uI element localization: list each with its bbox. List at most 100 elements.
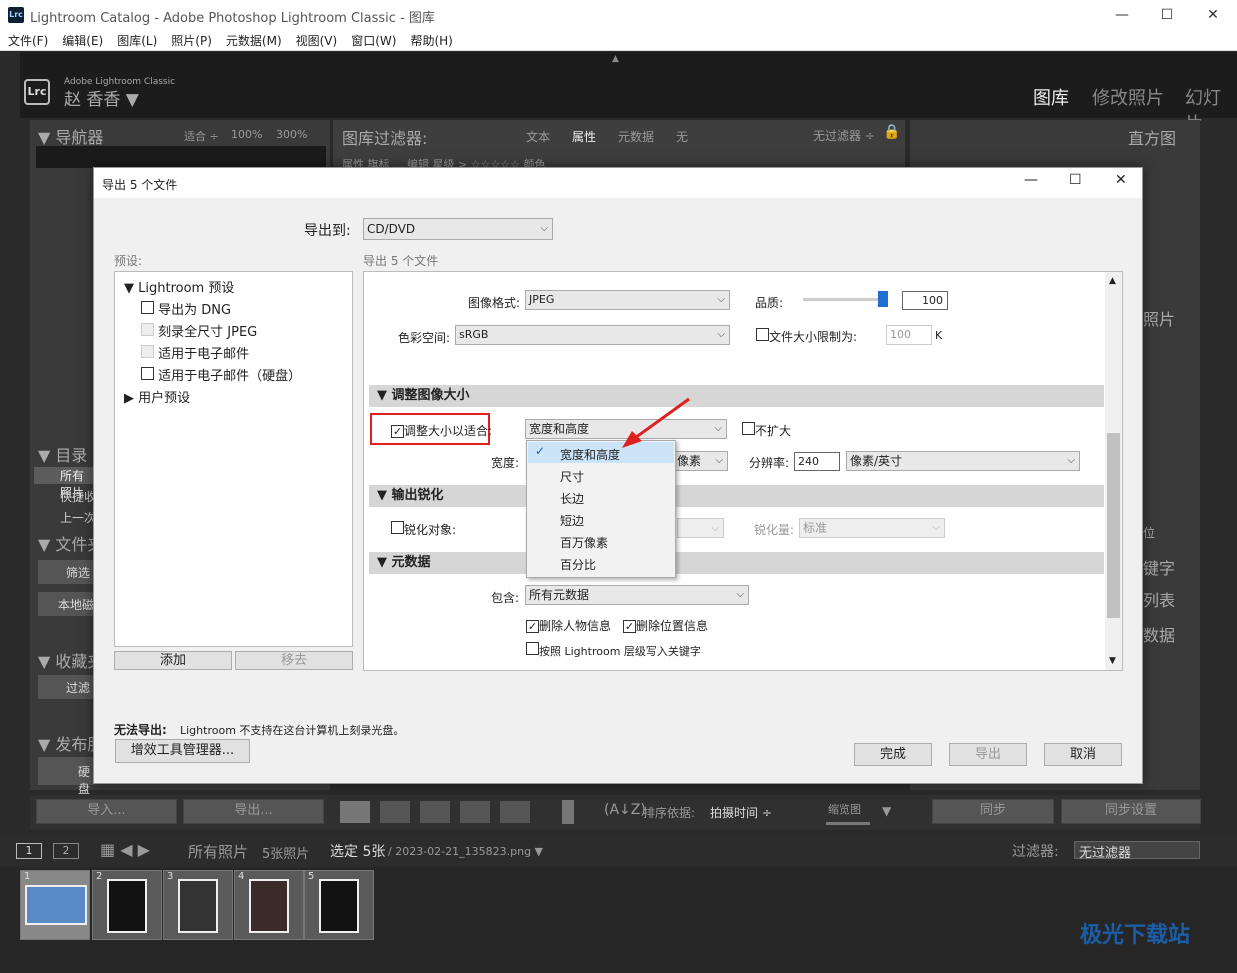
thumbnail[interactable]: 1 (20, 870, 90, 940)
checkbox[interactable] (742, 422, 755, 435)
sync-settings-button[interactable]: 同步设置 (1061, 799, 1201, 824)
collapse-top-icon[interactable]: ▲ (612, 54, 619, 64)
plugin-manager-button[interactable]: 增效工具管理器... (115, 739, 250, 763)
sort-value[interactable]: 拍摄时间 ÷ (710, 804, 772, 821)
folders-filter[interactable]: 筛选 (38, 560, 94, 584)
thumbnail[interactable]: 4 (234, 870, 304, 940)
loupe-view-icon[interactable] (380, 801, 410, 823)
sync-button[interactable]: 同步 (932, 799, 1054, 824)
dialog-close-button[interactable]: ✕ (1115, 172, 1127, 188)
lock-icon[interactable]: 🔒 (883, 124, 900, 140)
navigator-fit[interactable]: 适合 ÷ (184, 128, 219, 144)
secondary-window-button[interactable]: 2 (53, 843, 79, 859)
preset-group-user[interactable]: ▶ 用户预设 (124, 387, 190, 406)
dropdown-option[interactable]: 百分比 (560, 556, 596, 573)
menu-window[interactable]: 窗口(W) (351, 32, 396, 49)
add-preset-button[interactable]: 添加 (114, 651, 232, 670)
checkbox[interactable] (141, 323, 154, 336)
people-view-icon[interactable] (500, 801, 530, 823)
dropdown-option[interactable]: 长边 (560, 490, 584, 507)
local-disk[interactable]: 本地磁 (38, 592, 94, 616)
filmstrip-filename[interactable]: / 2023-02-21_135823.png ▼ (388, 845, 543, 858)
checkbox[interactable] (141, 345, 154, 358)
checkbox[interactable]: ✓ (526, 620, 539, 633)
compare-view-icon[interactable] (420, 801, 450, 823)
sort-direction-icon[interactable]: (A↓Z) (604, 802, 646, 818)
preset-item[interactable]: 刻录全尺寸 JPEG (141, 321, 257, 340)
catalog-all-photos[interactable]: 所有照片 (34, 467, 94, 500)
grid-view-icon[interactable] (340, 801, 370, 823)
thumbnail[interactable]: 3 (163, 870, 233, 940)
sharpen-section-header[interactable]: ▼ 输出锐化 (369, 485, 1104, 507)
menu-metadata[interactable]: 元数据(M) (226, 32, 282, 49)
export-submit-button[interactable]: 导出 (949, 743, 1027, 766)
minimize-button[interactable]: — (1112, 5, 1132, 25)
preset-item[interactable]: 适用于电子邮件（硬盘） (141, 365, 301, 384)
catalog-title[interactable]: ▼ 目录 (38, 442, 87, 466)
navigator-zoom-100[interactable]: 100% (231, 128, 262, 141)
menu-help[interactable]: 帮助(H) (410, 32, 452, 49)
thumbnail[interactable]: 2 (92, 870, 162, 940)
metadata-section-header[interactable]: ▼ 元数据 (369, 552, 1104, 574)
quick-develop-photo[interactable]: 照片 (1143, 306, 1175, 330)
preset-item[interactable]: 适用于电子邮件 (141, 343, 249, 362)
export-button[interactable]: 导出... (183, 799, 324, 824)
file-size-limit-input[interactable]: 100 (886, 325, 932, 345)
navigator-title[interactable]: ▼ 导航器 (38, 124, 103, 148)
thumbnail-size-slider[interactable] (826, 822, 870, 825)
dialog-maximize-button[interactable]: ☐ (1069, 172, 1082, 188)
grid-icon[interactable]: ▦ ◀ ▶ (100, 840, 150, 859)
filter-preset[interactable]: 无过滤器 ÷ (813, 127, 875, 144)
dialog-minimize-button[interactable]: — (1024, 172, 1038, 188)
thumbnail[interactable]: 5 (304, 870, 374, 940)
filter-tab-metadata[interactable]: 元数据 (618, 128, 654, 145)
import-button[interactable]: 导入... (36, 799, 177, 824)
collections-filter[interactable]: 过滤 (38, 675, 94, 699)
remove-location-checkbox[interactable]: ✓ 删除位置信息 (623, 617, 708, 634)
keywords-title[interactable]: 键字 (1143, 555, 1175, 579)
checkbox[interactable]: ✓ (391, 425, 404, 438)
menu-photo[interactable]: 照片(P) (171, 32, 212, 49)
sharpen-target-select[interactable]: ⌵ (677, 518, 724, 538)
quality-input[interactable]: 100 (902, 291, 948, 310)
keyword-list-title[interactable]: 列表 (1143, 587, 1175, 611)
checkbox[interactable]: ✓ (623, 620, 636, 633)
menu-library[interactable]: 图库(L) (117, 32, 157, 49)
cancel-button[interactable]: 取消 (1044, 743, 1122, 766)
remove-person-checkbox[interactable]: ✓ 删除人物信息 (526, 617, 611, 634)
filmstrip-filter-select[interactable]: 无过滤器 (1074, 841, 1200, 861)
sharpen-amount-select[interactable]: 标准 ⌵ (799, 518, 945, 538)
module-library[interactable]: 图库 (1033, 84, 1069, 110)
user-name[interactable]: 赵 香香 ▼ (64, 85, 139, 110)
scroll-up-icon[interactable]: ▲ (1109, 276, 1116, 286)
color-space-select[interactable]: sRGB ⌵ (455, 325, 730, 345)
preset-item[interactable]: 导出为 DNG (141, 299, 231, 318)
menu-view[interactable]: 视图(V) (296, 32, 338, 49)
module-develop[interactable]: 修改照片 (1092, 84, 1164, 110)
filter-tab-text[interactable]: 文本 (526, 128, 550, 145)
dropdown-option[interactable]: 宽度和高度 (560, 446, 620, 463)
resolution-unit-select[interactable]: 像素/英寸 ⌵ (846, 451, 1080, 471)
quality-slider[interactable] (803, 298, 885, 301)
width-unit-select[interactable]: 像素 ⌵ (673, 451, 728, 471)
resize-to-fit-checkbox[interactable]: ✓ 调整大小以适合: (391, 422, 492, 439)
filter-tab-attribute[interactable]: 属性 (572, 128, 596, 145)
checkbox[interactable] (141, 301, 154, 314)
image-format-select[interactable]: JPEG ⌵ (525, 290, 730, 310)
close-button[interactable]: ✕ (1203, 5, 1223, 25)
survey-view-icon[interactable] (460, 801, 490, 823)
catalog-previous-import[interactable]: 上一次 (60, 509, 96, 526)
dropdown-option[interactable]: 尺寸 (560, 468, 584, 485)
dropdown-option[interactable]: 百万像素 (560, 534, 608, 551)
checkbox[interactable] (756, 328, 769, 341)
export-to-select[interactable]: CD/DVD ⌵ (363, 218, 553, 240)
resolution-input[interactable]: 240 (794, 452, 840, 471)
keyword-hierarchy-checkbox[interactable]: 按照 Lightroom 层级写入关键字 (526, 642, 701, 659)
include-metadata-select[interactable]: 所有元数据 ⌵ (525, 585, 749, 605)
scrollbar-thumb[interactable] (1107, 433, 1120, 618)
publish-hard-drive[interactable]: 硬盘 (38, 757, 94, 796)
file-size-limit-checkbox[interactable]: 文件大小限制为: (756, 328, 857, 345)
metadata-title[interactable]: 数据 (1143, 622, 1175, 646)
histogram-title[interactable]: 直方图 (1128, 125, 1176, 149)
menu-file[interactable]: 文件(F) (8, 32, 48, 49)
